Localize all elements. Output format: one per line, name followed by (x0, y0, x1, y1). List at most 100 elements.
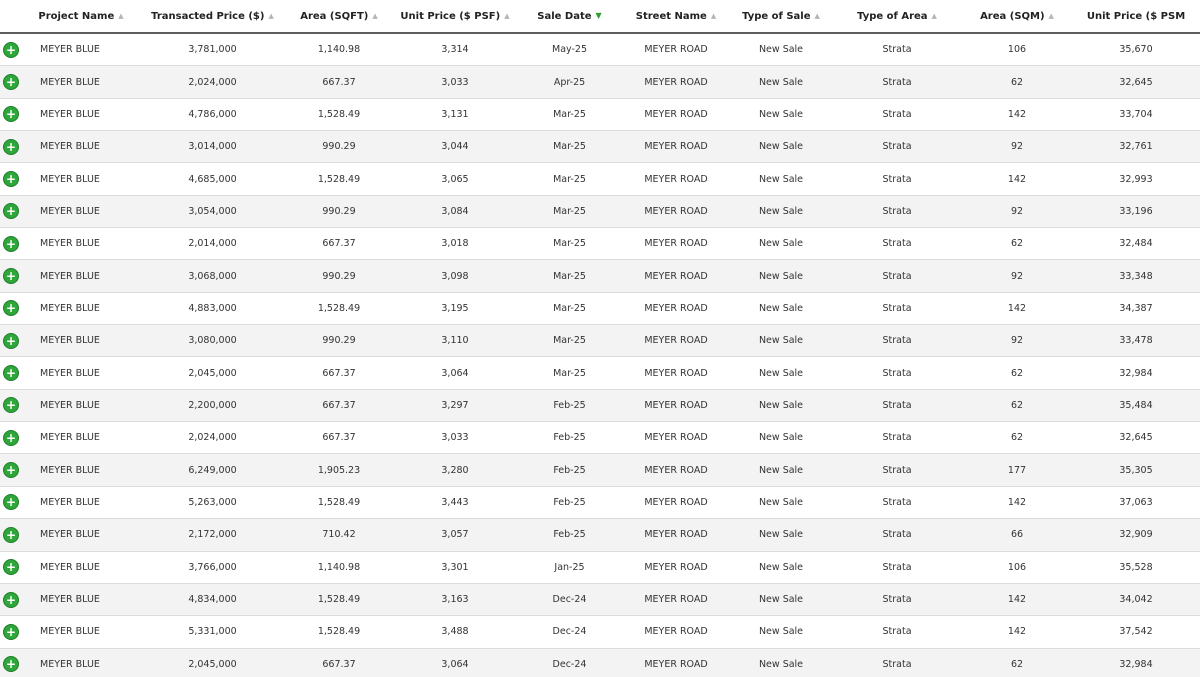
table-row[interactable]: + MEYER BLUE 3,054,000 990.29 3,084 Mar-25 MEY… (0, 195, 1200, 229)
cell-unit-price-psf: 3,110 (441, 335, 469, 347)
column-header-type-of-area[interactable]: Type of Area ▲ (832, 11, 962, 22)
table-row[interactable]: + MEYER BLUE 4,685,000 1,528.49 3,065 Mar-25 M… (0, 163, 1200, 196)
cell-project-name: MEYER BLUE (40, 464, 100, 476)
table-body: + MEYER BLUE 3,781,000 1,140.98 3,314 May-25 M… (0, 34, 1200, 677)
sort-asc-icon[interactable]: ▲ (932, 12, 937, 20)
table-row[interactable]: + MEYER BLUE 2,024,000 667.37 3,033 Apr-25 MEY… (0, 66, 1200, 99)
table-row[interactable]: + MEYER BLUE 2,172,000 710.42 3,057 Feb-25 MEY… (0, 519, 1200, 552)
table-row[interactable]: + MEYER BLUE 5,331,000 1,528.49 3,488 Dec-24 M… (0, 616, 1200, 649)
sort-asc-icon[interactable]: ▲ (815, 12, 820, 20)
cell-unit-price-psf: 3,018 (441, 238, 469, 250)
table-row[interactable]: + MEYER BLUE 4,834,000 1,528.49 3,163 Dec-24 M… (0, 583, 1200, 617)
column-header-unit-price-psm[interactable]: Unit Price ($ PSM (1072, 11, 1200, 22)
column-header-label: Sale Date (537, 10, 592, 22)
expand-cell: + (0, 41, 22, 58)
cell-type-of-sale: New Sale (758, 464, 804, 476)
cell-type-of-sale: New Sale (758, 496, 804, 508)
cell-sale-date: Mar-25 (553, 205, 586, 217)
sort-desc-icon[interactable]: ▼ (596, 11, 602, 20)
expand-row-plus-icon[interactable]: + (3, 106, 19, 123)
cell-area-sqm: 62 (1010, 76, 1024, 88)
expand-row-plus-icon[interactable]: + (3, 623, 19, 640)
expand-row-plus-icon[interactable]: + (3, 365, 19, 382)
expand-row-plus-icon[interactable]: + (3, 332, 19, 349)
cell-type-of-area: Strata (882, 561, 912, 573)
expand-row-plus-icon[interactable]: + (3, 591, 19, 608)
cell-sale-date: Mar-25 (553, 173, 586, 185)
cell-type-of-sale: New Sale (758, 302, 804, 314)
table-row[interactable]: + MEYER BLUE 5,263,000 1,528.49 3,443 Feb-25 M… (0, 486, 1200, 520)
expand-row-plus-icon[interactable]: + (3, 268, 19, 285)
cell-unit-price-psf: 3,064 (441, 367, 469, 379)
column-header-sale-date[interactable]: Sale Date ▼ (517, 11, 622, 22)
expand-row-plus-icon[interactable]: + (3, 494, 19, 511)
cell-unit-price-psm: 32,761 (1119, 141, 1153, 153)
cell-unit-price-psm: 34,387 (1119, 302, 1153, 314)
table-row[interactable]: + MEYER BLUE 3,766,000 1,140.98 3,301 Jan-25 M… (0, 551, 1200, 584)
cell-area-sqm: 142 (1007, 496, 1027, 508)
column-header-street-name[interactable]: Street Name ▲ (622, 11, 730, 22)
table-row[interactable]: + MEYER BLUE 2,200,000 667.37 3,297 Feb-25 MEY… (0, 389, 1200, 423)
cell-project-name: MEYER BLUE (40, 529, 100, 541)
table-row[interactable]: + MEYER BLUE 3,014,000 990.29 3,044 Mar-25 MEY… (0, 131, 1200, 164)
cell-transacted-price: 3,781,000 (188, 44, 237, 56)
expand-row-plus-icon[interactable]: + (3, 203, 19, 220)
column-header-area-sqft[interactable]: Area (SQFT) ▲ (285, 11, 393, 22)
sort-asc-icon[interactable]: ▲ (268, 12, 273, 20)
expand-row-plus-icon[interactable]: + (3, 559, 19, 576)
cell-area-sqm: 142 (1007, 173, 1027, 185)
expand-row-plus-icon[interactable]: + (3, 462, 19, 479)
table-row[interactable]: + MEYER BLUE 6,249,000 1,905.23 3,280 Feb-25 M… (0, 454, 1200, 487)
sort-asc-icon[interactable]: ▲ (711, 12, 716, 20)
table-row[interactable]: + MEYER BLUE 3,781,000 1,140.98 3,314 May-25 M… (0, 34, 1200, 67)
cell-project-name: MEYER BLUE (40, 367, 100, 379)
cell-street-name: MEYER ROAD (644, 496, 708, 508)
expand-row-plus-icon[interactable]: + (3, 138, 19, 155)
sort-asc-icon[interactable]: ▲ (504, 12, 509, 20)
expand-row-plus-icon[interactable]: + (3, 397, 19, 414)
table-row[interactable]: + MEYER BLUE 4,786,000 1,528.49 3,131 Mar-25 M… (0, 98, 1200, 132)
cell-transacted-price: 2,024,000 (188, 432, 237, 444)
column-header-type-of-sale[interactable]: Type of Sale ▲ (730, 11, 832, 22)
sort-asc-icon[interactable]: ▲ (1049, 12, 1054, 20)
expand-row-plus-icon[interactable]: + (3, 74, 19, 91)
column-header-area-sqm[interactable]: Area (SQM) ▲ (962, 11, 1072, 22)
cell-transacted-price: 4,685,000 (188, 173, 237, 185)
cell-unit-price-psm: 35,670 (1119, 44, 1153, 56)
cell-sale-date: Jan-25 (554, 561, 585, 573)
cell-type-of-sale: New Sale (758, 561, 804, 573)
cell-transacted-price: 2,014,000 (188, 238, 237, 250)
table-row[interactable]: + MEYER BLUE 2,045,000 667.37 3,064 Mar-25 MEY… (0, 357, 1200, 390)
expand-row-plus-icon[interactable]: + (3, 429, 19, 446)
column-header-label: Type of Area (857, 10, 928, 22)
table-row[interactable]: + MEYER BLUE 2,024,000 667.37 3,033 Feb-25 MEY… (0, 422, 1200, 455)
table-row[interactable]: + MEYER BLUE 2,014,000 667.37 3,018 Mar-25 MEY… (0, 228, 1200, 261)
column-header-unit-price-psf[interactable]: Unit Price ($ PSF) ▲ (393, 11, 517, 22)
column-header-project-name[interactable]: Project Name ▲ (22, 11, 140, 22)
cell-transacted-price: 2,200,000 (188, 399, 237, 411)
cell-transacted-price: 2,045,000 (188, 658, 237, 670)
expand-row-plus-icon[interactable]: + (3, 656, 19, 673)
table-row[interactable]: + MEYER BLUE 4,883,000 1,528.49 3,195 Mar-25 M… (0, 292, 1200, 326)
cell-sale-date: Dec-24 (552, 658, 587, 670)
expand-row-plus-icon[interactable]: + (3, 235, 19, 252)
sort-asc-icon[interactable]: ▲ (372, 12, 377, 20)
expand-cell: + (0, 235, 22, 252)
table-row[interactable]: + MEYER BLUE 3,080,000 990.29 3,110 Mar-25 MEY… (0, 325, 1200, 358)
sort-asc-icon[interactable]: ▲ (118, 12, 123, 20)
expand-row-plus-icon[interactable]: + (3, 41, 19, 58)
cell-project-name: MEYER BLUE (40, 399, 100, 411)
cell-sale-date: Feb-25 (553, 432, 586, 444)
expand-row-plus-icon[interactable]: + (3, 171, 19, 188)
table-row[interactable]: + MEYER BLUE 3,068,000 990.29 3,098 Mar-25 MEY… (0, 260, 1200, 293)
expand-cell: + (0, 74, 22, 91)
expand-cell: + (0, 332, 22, 349)
cell-type-of-sale: New Sale (758, 205, 804, 217)
expand-row-plus-icon[interactable]: + (3, 300, 19, 317)
column-header-transacted-price[interactable]: Transacted Price ($) ▲ (140, 11, 285, 22)
cell-unit-price-psm: 33,196 (1119, 205, 1153, 217)
cell-transacted-price: 4,834,000 (188, 594, 237, 606)
cell-area-sqm: 142 (1007, 626, 1027, 638)
expand-row-plus-icon[interactable]: + (3, 526, 19, 543)
table-row[interactable]: + MEYER BLUE 2,045,000 667.37 3,064 Dec-24 MEY… (0, 648, 1200, 677)
